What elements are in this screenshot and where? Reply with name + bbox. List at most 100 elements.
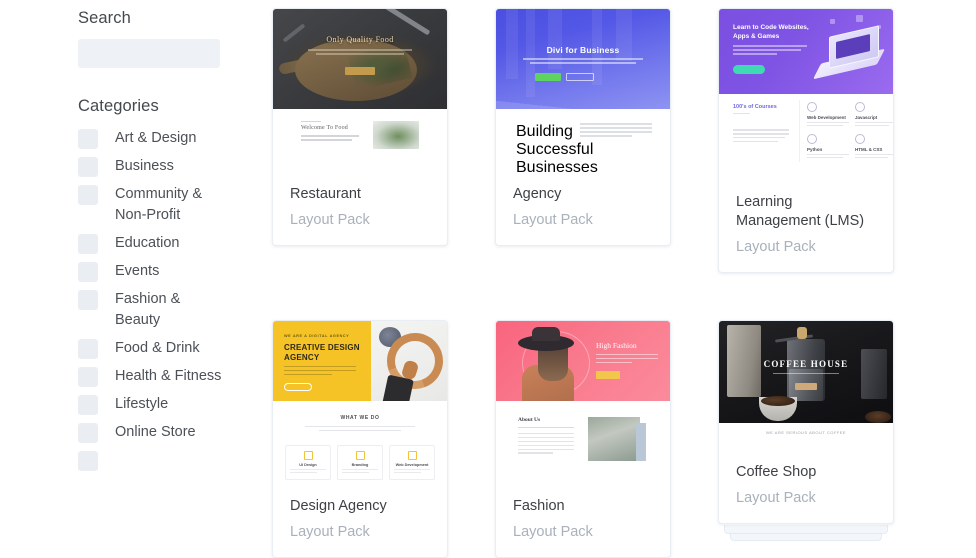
thumb-hero: Divi for Business xyxy=(496,9,670,109)
thumb-hero-heading: COFFEE HOUSE xyxy=(763,359,849,369)
sidebar-item-community-non-profit[interactable]: Community & Non-Profit xyxy=(78,184,272,226)
card-title: Coffee Shop xyxy=(736,464,817,480)
checkbox-icon[interactable] xyxy=(78,157,98,177)
sidebar-item-online-store[interactable]: Online Store xyxy=(78,422,272,443)
checkbox-icon[interactable] xyxy=(78,290,98,310)
card-title: Restaurant xyxy=(290,186,361,202)
feature-item: UI Design xyxy=(285,445,331,481)
thumb-body-text: Welcome To Food xyxy=(301,121,359,143)
coffee-jar-shape xyxy=(861,349,887,399)
thumb-body-image-accent xyxy=(636,423,646,461)
search-block: Search xyxy=(78,0,272,68)
thumb-hero-panel: WE ARE A DIGITAL AGENCY CREATIVE DESIGN … xyxy=(273,321,371,401)
grinder-knob-shape xyxy=(797,327,807,339)
thumb-hero: Learn to Code Websites, Apps & Games xyxy=(719,9,893,94)
card-meta: Fashion Layout Pack xyxy=(496,485,670,557)
card-design-agency[interactable]: WE ARE A DIGITAL AGENCY CREATIVE DESIGN … xyxy=(272,320,448,558)
thumb-body: WHAT WE DO UI Design Branding Web Develo… xyxy=(273,401,447,485)
thumb-body-text: About Us xyxy=(518,417,574,456)
filters-sidebar: Search Categories Art & Design Business … xyxy=(0,0,272,509)
card-meta: Restaurant Layout Pack xyxy=(273,173,447,245)
thumb-body-image xyxy=(373,121,419,149)
feature-icon xyxy=(407,451,417,460)
feature-item: Python xyxy=(807,134,849,160)
card-fashion[interactable]: High Fashion About Us Fashion Layout Pac… xyxy=(495,320,671,558)
search-input[interactable] xyxy=(78,38,220,68)
thumb-hero: High Fashion xyxy=(496,321,670,401)
checkbox-icon[interactable] xyxy=(78,185,98,205)
card-coffee-shop[interactable]: COFFEE HOUSE WE ARE SERIOUS ABOUT COFFEE… xyxy=(718,320,894,558)
layout-pack-card[interactable]: WE ARE A DIGITAL AGENCY CREATIVE DESIGN … xyxy=(272,320,448,558)
hair-shape xyxy=(538,347,568,381)
thumb-body: WE ARE SERIOUS ABOUT COFFEE xyxy=(719,423,893,451)
sidebar-item-next-partial[interactable] xyxy=(78,450,272,471)
category-label: Food & Drink xyxy=(115,340,200,356)
checkbox-icon[interactable] xyxy=(78,395,98,415)
card-restaurant[interactable]: Only Quality Food Welcome To Food Restau… xyxy=(272,8,448,273)
card-thumbnail: High Fashion About Us xyxy=(496,321,670,485)
thumb-body-heading: WE ARE SERIOUS ABOUT COFFEE xyxy=(765,430,847,435)
category-list: Art & Design Business Community & Non-Pr… xyxy=(78,128,272,471)
card-subtitle: Layout Pack xyxy=(513,212,593,228)
category-label: Education xyxy=(115,235,180,251)
thumb-body-heading: 100's of Courses xyxy=(733,104,777,110)
thumb-body-heading: Building Successful Businesses Since 198… xyxy=(516,123,598,173)
thumb-hero-photo xyxy=(371,321,447,401)
checkbox-icon[interactable] xyxy=(78,367,98,387)
thumb-hero: WE ARE A DIGITAL AGENCY CREATIVE DESIGN … xyxy=(273,321,447,401)
category-label: Community & Non-Profit xyxy=(115,186,203,223)
card-title: Design Agency xyxy=(290,498,387,514)
card-title: Fashion xyxy=(513,498,565,514)
layout-pack-card[interactable]: Divi for Business Building Successful Bu… xyxy=(495,8,671,246)
card-thumbnail: Divi for Business Building Successful Bu… xyxy=(496,9,670,173)
layout-pack-card[interactable]: COFFEE HOUSE WE ARE SERIOUS ABOUT COFFEE… xyxy=(718,320,894,524)
thumb-hero-text-lines xyxy=(284,366,356,378)
layout-pack-card[interactable]: Only Quality Food Welcome To Food Restau… xyxy=(272,8,448,246)
feature-box-row: UI Design Branding Web Development xyxy=(285,445,435,481)
checkbox-icon[interactable] xyxy=(78,234,98,254)
thumb-hero-heading: High Fashion xyxy=(596,341,637,350)
sidebar-item-events[interactable]: Events xyxy=(78,261,272,282)
thumb-hero-heading: CREATIVE DESIGN AGENCY xyxy=(284,343,360,362)
card-thumbnail: Only Quality Food Welcome To Food xyxy=(273,9,447,173)
checkbox-icon[interactable] xyxy=(78,262,98,282)
feature-item: Branding xyxy=(337,445,383,481)
feature-item: Web Development xyxy=(389,445,435,481)
feature-icon xyxy=(303,451,313,460)
checkbox-icon[interactable] xyxy=(78,423,98,443)
card-title: Learning Management (LMS) xyxy=(736,194,865,229)
feature-icon xyxy=(355,451,365,460)
checkbox-icon[interactable] xyxy=(78,451,98,471)
layout-pack-browser: Search Categories Art & Design Business … xyxy=(0,0,976,558)
thumb-hero-heading: Divi for Business xyxy=(546,45,620,55)
thumb-hero-eyebrow: WE ARE A DIGITAL AGENCY xyxy=(284,334,350,338)
checkbox-icon[interactable] xyxy=(78,129,98,149)
checkbox-icon[interactable] xyxy=(78,339,98,359)
thumb-body-text-lines xyxy=(580,123,652,139)
feature-icon xyxy=(855,102,865,112)
sidebar-item-lifestyle[interactable]: Lifestyle xyxy=(78,394,272,415)
card-subtitle: Layout Pack xyxy=(513,524,593,540)
sidebar-item-food-drink[interactable]: Food & Drink xyxy=(78,338,272,359)
card-subtitle: Layout Pack xyxy=(736,239,816,255)
thumb-body-heading: WHAT WE DO xyxy=(340,415,380,421)
thumb-hero-button xyxy=(345,67,375,75)
sidebar-item-business[interactable]: Business xyxy=(78,156,272,177)
thumb-hero: COFFEE HOUSE xyxy=(719,321,893,423)
card-agency[interactable]: Divi for Business Building Successful Bu… xyxy=(495,8,671,273)
sidebar-item-art-design[interactable]: Art & Design xyxy=(78,128,272,149)
thumb-hero-heading: Only Quality Food xyxy=(326,35,394,44)
card-meta: Design Agency Layout Pack xyxy=(273,485,447,557)
layout-pack-card[interactable]: Learn to Code Websites, Apps & Games 100… xyxy=(718,8,894,273)
sidebar-item-fashion-beauty[interactable]: Fashion & Beauty xyxy=(78,289,272,331)
card-learning-management[interactable]: Learn to Code Websites, Apps & Games 100… xyxy=(718,8,894,273)
layout-pack-card[interactable]: High Fashion About Us Fashion Layout Pac… xyxy=(495,320,671,558)
sidebar-item-education[interactable]: Education xyxy=(78,233,272,254)
thumb-hero-text-lines xyxy=(596,354,658,366)
card-subtitle: Layout Pack xyxy=(736,490,816,506)
feature-icon xyxy=(807,134,817,144)
sidebar-item-health-fitness[interactable]: Health & Fitness xyxy=(78,366,272,387)
category-label: Fashion & Beauty xyxy=(115,291,181,328)
thumb-hero-button xyxy=(733,65,765,74)
category-label: Art & Design xyxy=(115,130,197,146)
